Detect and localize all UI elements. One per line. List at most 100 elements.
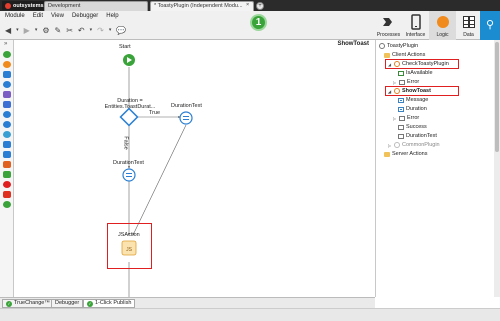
message-tool-icon[interactable] bbox=[3, 131, 11, 138]
raise-error-icon[interactable] bbox=[3, 191, 11, 198]
destination-tool-icon[interactable] bbox=[3, 141, 11, 148]
back-icon[interactable]: ◀ bbox=[5, 26, 11, 35]
json-tool-icon[interactable] bbox=[3, 171, 11, 178]
undo-icon[interactable]: ↶ bbox=[78, 26, 85, 35]
redo-icon[interactable]: ↷ bbox=[97, 26, 104, 35]
tree-scrollbar-thumb[interactable] bbox=[495, 42, 499, 152]
tab-development[interactable]: Development bbox=[44, 1, 148, 11]
settings-gear-icon[interactable]: ⚙ bbox=[42, 26, 49, 35]
expand-arrow-icon[interactable]: ▷ bbox=[388, 143, 392, 148]
checktoastyplugin-highlight bbox=[385, 59, 459, 69]
local-variable-icon bbox=[398, 124, 404, 130]
toolbar-icons: ◀ ▾ ▶ ▾ ⚙ ✎ ✂ ↶ ▾ ↷ ▾ 💬 bbox=[5, 25, 126, 35]
menu-debugger[interactable]: Debugger bbox=[72, 13, 98, 19]
menu-help[interactable]: Help bbox=[106, 13, 118, 19]
tree-item-label: DurationText bbox=[406, 133, 437, 139]
interface-label: Interface bbox=[405, 32, 426, 38]
comment-icon[interactable]: 💬 bbox=[116, 26, 126, 35]
processes-icon bbox=[382, 18, 392, 26]
tab-bar: outsystems Development * ToastyPlugin (I… bbox=[0, 0, 500, 11]
close-tab-icon[interactable]: × bbox=[246, 2, 249, 8]
logic-label: Logic bbox=[436, 32, 449, 38]
assign-node-right[interactable] bbox=[179, 111, 193, 125]
start-label: Start bbox=[119, 44, 131, 50]
tree-item-label: Error bbox=[407, 79, 420, 85]
tab-label: Development bbox=[48, 3, 81, 9]
tab-debugger[interactable]: Debugger bbox=[51, 299, 84, 308]
record-list-tool-icon[interactable] bbox=[3, 121, 11, 128]
processes-label: Processes bbox=[376, 32, 401, 38]
assign-node-bottom[interactable] bbox=[122, 168, 136, 182]
menu-edit[interactable]: Edit bbox=[33, 13, 43, 19]
exception-tool-icon[interactable] bbox=[3, 181, 11, 188]
check-icon: ✓ bbox=[87, 300, 93, 307]
cut-icon[interactable]: ✂ bbox=[66, 26, 73, 35]
tab-1-click-publish[interactable]: ✓ 1-Click Publish bbox=[83, 299, 136, 308]
menu-module[interactable]: Module bbox=[5, 13, 25, 19]
run-server-action-icon[interactable] bbox=[3, 61, 11, 68]
tree-scrollbar[interactable] bbox=[494, 40, 500, 297]
tree-item-duration[interactable]: Duration bbox=[398, 105, 427, 113]
tree-item-label: Message bbox=[406, 97, 429, 103]
switch-tool-icon[interactable] bbox=[3, 81, 11, 88]
search-icon: ⚲ bbox=[485, 19, 495, 31]
logic-icon bbox=[436, 16, 449, 28]
dropdown-icon[interactable]: ▾ bbox=[109, 27, 112, 33]
new-tab-button[interactable]: + bbox=[256, 2, 264, 10]
assign-bottom-label: DurationText bbox=[113, 160, 144, 166]
outsystems-logo-icon bbox=[5, 2, 11, 9]
expand-arrow-icon[interactable]: ▷ bbox=[393, 80, 397, 85]
tree-item-error-2[interactable]: ▷ Error bbox=[393, 114, 419, 122]
flow-canvas[interactable]: ShowToast JS Start Duration = Entities.T… bbox=[15, 40, 373, 297]
tree-item-label: Error bbox=[407, 115, 420, 121]
tree-item-durationtext[interactable]: DurationText bbox=[398, 132, 437, 140]
for-each-tool-icon[interactable] bbox=[3, 91, 11, 98]
dropdown-icon[interactable]: ▾ bbox=[16, 27, 19, 33]
forward-icon[interactable]: ▶ bbox=[24, 26, 30, 35]
data-icon bbox=[462, 16, 475, 28]
server-actions-label: Server Actions bbox=[392, 151, 428, 157]
tree-item-success[interactable]: Success bbox=[398, 123, 427, 131]
tree-item-isavailable[interactable]: IsAvailable bbox=[398, 69, 433, 77]
menu-view[interactable]: View bbox=[51, 13, 64, 19]
expand-arrow-icon[interactable]: ▷ bbox=[393, 116, 397, 121]
download-tool-icon[interactable] bbox=[3, 151, 11, 158]
local-variable-icon bbox=[399, 79, 405, 85]
tree-server-actions[interactable]: Server Actions bbox=[384, 150, 427, 158]
status-bar bbox=[0, 308, 500, 321]
tree-item-label: Duration bbox=[406, 106, 427, 112]
edit-icon[interactable]: ✎ bbox=[55, 26, 62, 35]
tree-item-error-1[interactable]: ▷ Error bbox=[393, 78, 419, 86]
client-action-icon bbox=[394, 142, 400, 148]
tab-module[interactable]: * ToastyPlugin (Independent Modu... bbox=[150, 1, 254, 11]
tree-item-commonplugin[interactable]: ▷ CommonPlugin bbox=[388, 141, 440, 149]
tree-item-message[interactable]: Message bbox=[398, 96, 428, 104]
assign-tool-icon[interactable] bbox=[3, 111, 11, 118]
if-node[interactable] bbox=[119, 107, 139, 127]
step-number-badge: 1 bbox=[250, 14, 267, 31]
data-label: Data bbox=[463, 32, 474, 38]
collapse-chevron-icon[interactable]: » bbox=[4, 41, 7, 47]
connector-assign-js bbox=[132, 124, 187, 236]
if-tool-icon[interactable] bbox=[3, 71, 11, 78]
dropdown-icon[interactable]: ▾ bbox=[35, 27, 38, 33]
output-parameter-icon bbox=[398, 70, 404, 76]
tab-truechange[interactable]: ✓ TrueChange™ bbox=[2, 299, 54, 308]
input-parameter-icon bbox=[398, 97, 404, 103]
showtoast-highlight bbox=[385, 86, 459, 96]
start-tool-icon[interactable] bbox=[3, 51, 11, 58]
dropdown-icon[interactable]: ▾ bbox=[90, 27, 93, 33]
javascript-tool-icon[interactable] bbox=[3, 161, 11, 168]
js-action-highlight bbox=[107, 223, 152, 269]
tree-item-label: CommonPlugin bbox=[402, 142, 440, 148]
brand-label: outsystems bbox=[13, 2, 44, 9]
tree-root[interactable]: ToastyPlugin bbox=[379, 42, 418, 50]
if-label: Duration = Entities.ToastDurat... bbox=[104, 98, 156, 110]
aggregate-tool-icon[interactable] bbox=[3, 101, 11, 108]
interface-icon bbox=[410, 14, 421, 30]
tree-client-actions[interactable]: Client Actions bbox=[384, 51, 425, 59]
input-parameter-icon bbox=[398, 106, 404, 112]
toolbox-panel: » bbox=[0, 40, 14, 297]
end-tool-icon[interactable] bbox=[3, 201, 11, 208]
search-button[interactable]: ⚲ bbox=[480, 11, 500, 40]
